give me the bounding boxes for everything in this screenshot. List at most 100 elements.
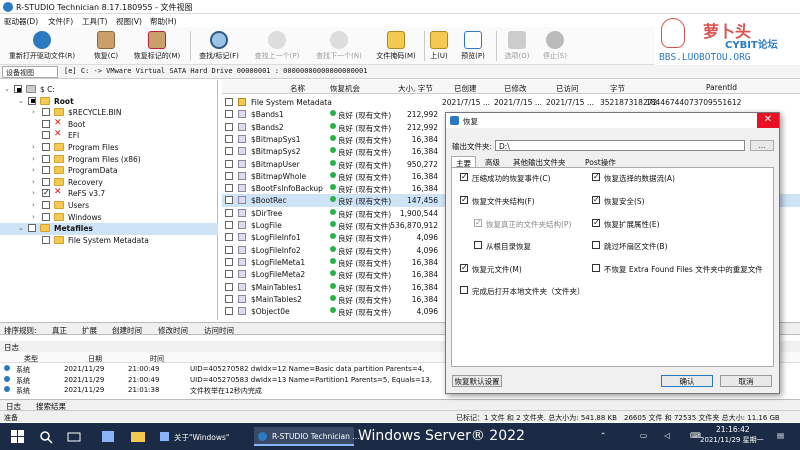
server-manager-button[interactable] bbox=[98, 427, 118, 446]
device-view-tab[interactable]: 设备视图 bbox=[2, 66, 58, 78]
search-button[interactable] bbox=[36, 427, 56, 446]
tab-extended[interactable]: 扩展 bbox=[82, 325, 97, 336]
file-checkbox[interactable] bbox=[225, 257, 233, 266]
menu-tools[interactable]: 工具(T) bbox=[82, 16, 107, 27]
ok-button[interactable]: 确认 bbox=[661, 375, 713, 387]
checkbox[interactable] bbox=[474, 241, 482, 249]
tree-checkbox[interactable] bbox=[42, 188, 50, 198]
file-checkbox[interactable] bbox=[225, 134, 233, 143]
tab-real[interactable]: 真正 bbox=[52, 325, 67, 336]
file-checkbox[interactable] bbox=[225, 208, 233, 217]
file-checkbox[interactable] bbox=[225, 282, 233, 291]
browse-button[interactable]: ... bbox=[750, 140, 774, 151]
tab-accessed[interactable]: 访问时间 bbox=[204, 325, 234, 336]
chevron-right-icon[interactable]: › bbox=[32, 201, 38, 209]
menu-view[interactable]: 视图(V) bbox=[116, 16, 142, 27]
output-folder-input[interactable]: D:\ bbox=[495, 140, 745, 151]
checkbox[interactable] bbox=[592, 264, 600, 272]
tab-modified[interactable]: 修改时间 bbox=[158, 325, 188, 336]
tree-item[interactable]: › Recovery bbox=[0, 177, 218, 189]
restore-defaults-button[interactable]: 恢复默认设置 bbox=[452, 375, 502, 387]
checkbox[interactable] bbox=[474, 218, 482, 227]
close-button[interactable]: ✕ bbox=[757, 113, 779, 128]
tree-item[interactable]: › Windows bbox=[0, 212, 218, 224]
start-button[interactable] bbox=[8, 427, 28, 446]
chevron-right-icon[interactable]: › bbox=[32, 155, 38, 163]
people-icon[interactable]: ⌃ bbox=[600, 427, 610, 446]
file-checkbox[interactable] bbox=[225, 307, 233, 316]
tree-checkbox[interactable] bbox=[42, 177, 50, 186]
up-button[interactable]: 上(U) bbox=[428, 29, 450, 63]
tree-checkbox[interactable] bbox=[42, 235, 50, 244]
tree-item[interactable]: ⌄ Metafiles bbox=[0, 223, 218, 235]
chevron-right-icon[interactable]: › bbox=[32, 166, 38, 174]
task-view-button[interactable] bbox=[64, 427, 84, 446]
checkbox[interactable] bbox=[592, 218, 600, 227]
file-checkbox[interactable] bbox=[225, 221, 233, 229]
file-row[interactable]: File System Metadata 2021/7/15 ... 2021/7/… bbox=[222, 96, 800, 108]
network-icon[interactable]: ▭ bbox=[640, 427, 654, 446]
menu-file[interactable]: 文件(F) bbox=[48, 16, 73, 27]
col-parentid[interactable]: ParentId bbox=[706, 83, 737, 92]
tree-checkbox[interactable] bbox=[42, 143, 50, 151]
find-prev-button[interactable]: 查找上一个(P) bbox=[248, 29, 306, 63]
col-bytes[interactable]: 字节 bbox=[610, 83, 625, 94]
taskbar-rstudio[interactable]: R-STUDIO Technician ... bbox=[254, 427, 359, 446]
find-next-button[interactable]: 查找下一个(N) bbox=[310, 29, 368, 63]
tree-item[interactable]: ⌄ Root bbox=[0, 96, 218, 108]
file-checkbox[interactable] bbox=[225, 147, 233, 156]
file-checkbox[interactable] bbox=[225, 110, 233, 119]
checkbox[interactable] bbox=[592, 241, 600, 249]
chevron-right-icon[interactable]: › bbox=[32, 178, 38, 186]
tree-item[interactable]: › ✕ ReFS v3.7 bbox=[0, 187, 218, 200]
reopen-drive-button[interactable]: 重新打开驱动文件(R) bbox=[2, 29, 82, 63]
tree-item[interactable]: › Program Files bbox=[0, 142, 218, 154]
file-checkbox[interactable] bbox=[225, 233, 233, 242]
chevron-right-icon[interactable]: › bbox=[32, 213, 38, 221]
tree-checkbox[interactable] bbox=[14, 85, 22, 93]
menu-help[interactable]: 帮助(H) bbox=[150, 16, 177, 27]
checkbox[interactable] bbox=[460, 195, 468, 204]
col-chance[interactable]: 恢复机会 bbox=[330, 83, 360, 94]
chevron-down-icon[interactable]: ⌄ bbox=[18, 224, 24, 232]
tab-main[interactable]: 主要 bbox=[451, 156, 476, 168]
taskbar-about-windows[interactable]: 关于"Windows" bbox=[156, 427, 248, 446]
checkbox[interactable] bbox=[592, 195, 600, 204]
tree-checkbox[interactable] bbox=[42, 108, 50, 117]
tree-item[interactable]: ✕ EFI bbox=[0, 129, 218, 142]
tree-checkbox[interactable] bbox=[42, 131, 50, 140]
file-checkbox[interactable] bbox=[225, 294, 233, 303]
recover-button[interactable]: 恢复(C) bbox=[86, 29, 126, 63]
menu-drive[interactable]: 驱动器(D) bbox=[4, 16, 38, 27]
tree-checkbox[interactable] bbox=[42, 154, 50, 163]
checkbox[interactable] bbox=[460, 263, 468, 272]
tree-item[interactable]: ⌄ $ C: bbox=[0, 84, 218, 96]
recover-marked-button[interactable]: 恢复标记的(M) bbox=[128, 29, 186, 63]
chevron-right-icon[interactable]: › bbox=[32, 108, 38, 116]
tree-item[interactable]: File System Metadata bbox=[0, 235, 218, 247]
tree-item[interactable]: › $RECYCLE.BIN bbox=[0, 107, 218, 119]
file-checkbox[interactable] bbox=[225, 122, 233, 131]
file-checkbox[interactable] bbox=[225, 270, 233, 279]
file-checkbox[interactable] bbox=[225, 171, 233, 180]
tab-post-action[interactable]: Post操作 bbox=[581, 156, 620, 167]
tab-advanced[interactable]: 高级 bbox=[481, 156, 504, 167]
file-checkbox[interactable] bbox=[225, 159, 233, 168]
file-checkbox[interactable] bbox=[225, 184, 233, 193]
checkbox[interactable] bbox=[460, 286, 468, 294]
tree-checkbox[interactable] bbox=[42, 201, 50, 209]
options-button[interactable]: 选项(O) bbox=[502, 29, 532, 63]
file-checkbox[interactable] bbox=[225, 98, 233, 106]
notification-icon[interactable]: ▤ bbox=[774, 427, 792, 446]
find-mark-button[interactable]: 查找/标记(F) bbox=[194, 29, 244, 63]
tree-item[interactable]: › ProgramData bbox=[0, 165, 218, 177]
col-name[interactable]: 名称 bbox=[290, 83, 305, 94]
chevron-down-icon[interactable]: ⌄ bbox=[4, 85, 10, 93]
chevron-right-icon[interactable]: › bbox=[32, 189, 38, 197]
file-mask-button[interactable]: 文件掩码(M) bbox=[372, 29, 420, 63]
tree-item[interactable]: ✕ Boot bbox=[0, 118, 218, 131]
tab-other-output[interactable]: 其他输出文件夹 bbox=[509, 156, 570, 167]
tree-checkbox[interactable] bbox=[42, 119, 50, 128]
col-created[interactable]: 已创建 bbox=[454, 83, 477, 94]
col-size[interactable]: 大小, 字节 bbox=[398, 83, 433, 94]
